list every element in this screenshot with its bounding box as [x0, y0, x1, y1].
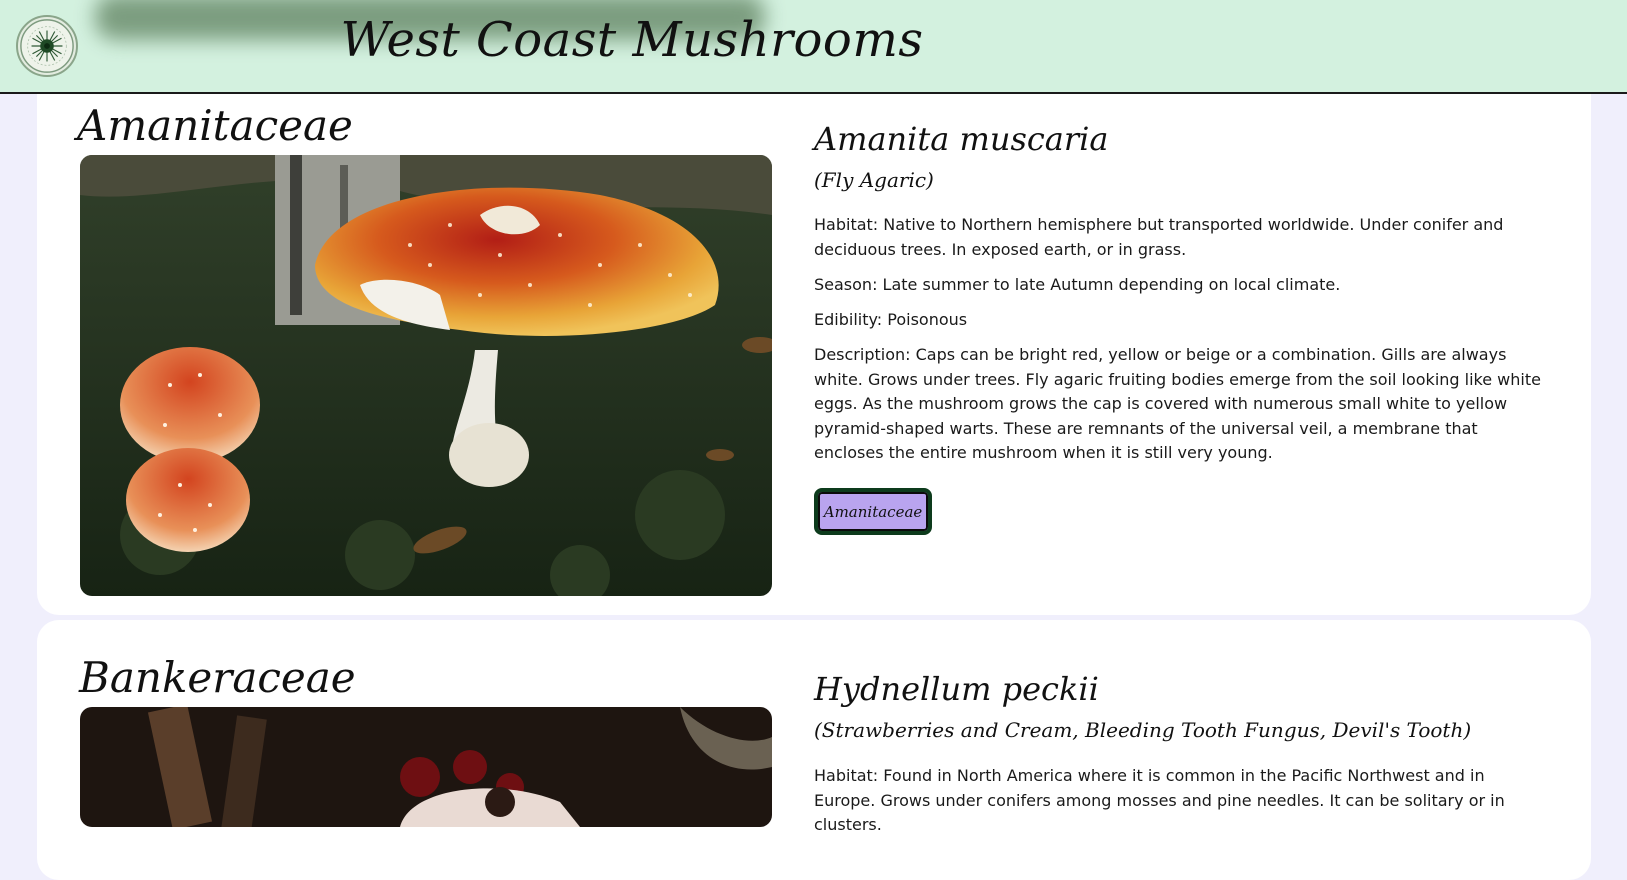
family-filter-button[interactable]: Amanitaceae [814, 488, 932, 535]
season-text: Season: Late summer to late Autumn depen… [814, 275, 1341, 294]
mushroom-photo [80, 707, 772, 827]
habitat-text: Habitat: Native to Northern hemisphere b… [814, 215, 1504, 259]
family-heading: Bankeraceae [79, 653, 356, 702]
common-names: (Fly Agaric) [814, 168, 934, 192]
habitat-text: Habitat: Found in North America where it… [814, 766, 1505, 834]
species-name: Hydnellum peckii [814, 670, 1099, 708]
description-text: Description: Caps can be bright red, yel… [814, 345, 1541, 462]
site-title: West Coast Mushrooms [340, 12, 924, 68]
species-name: Amanita muscaria [814, 120, 1109, 158]
family-heading: Amanitaceae [77, 101, 353, 150]
common-names: (Strawberries and Cream, Bleeding Tooth … [814, 718, 1472, 742]
mushroom-photo [80, 155, 772, 596]
site-header: West Coast Mushrooms [0, 0, 1627, 94]
edibility-text: Edibility: Poisonous [814, 310, 968, 329]
